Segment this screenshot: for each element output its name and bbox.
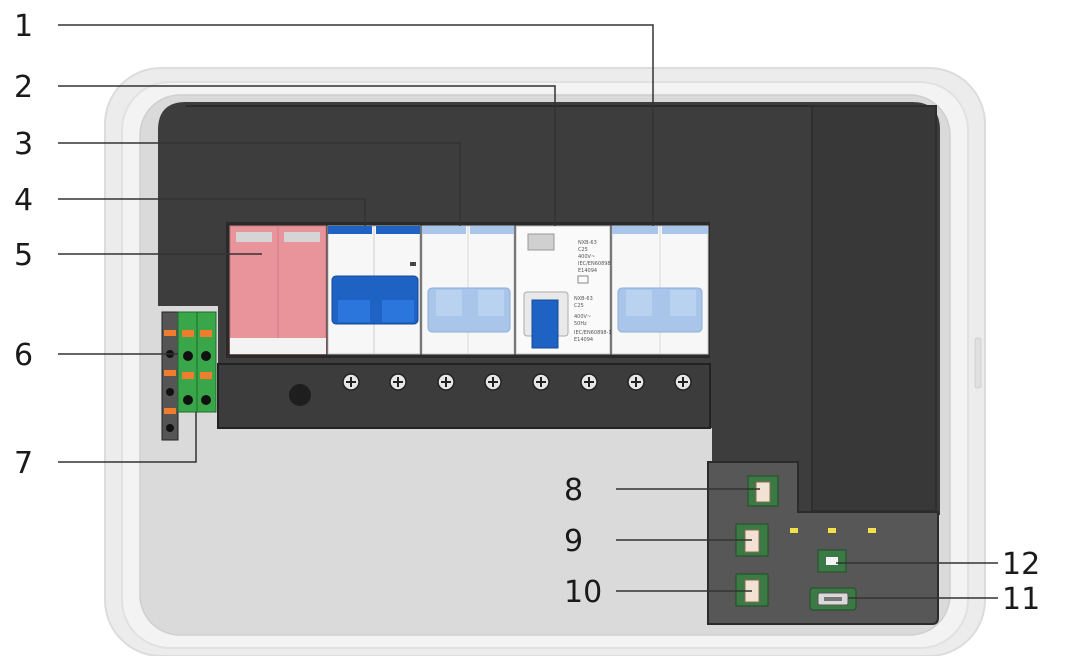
- cable-duct: [811, 105, 937, 512]
- callout-6: 6: [14, 338, 33, 373]
- breaker-2-code-lower: E14094: [574, 337, 593, 343]
- callout-12: 12: [1002, 547, 1040, 582]
- screw-terminal-1: [342, 373, 360, 391]
- led-1: [790, 528, 798, 533]
- breaker-2-standard-lower: IEC/EN60898-1: [574, 330, 612, 336]
- breaker-strip: NXB-63 C25 400V~ IEC/EN60898-1 E14094 NX…: [226, 222, 710, 358]
- side-latch: [974, 337, 982, 389]
- breaker-light-1: [611, 225, 709, 355]
- callout-7: 7: [14, 446, 33, 481]
- breaker-2-rating: C25: [578, 247, 588, 253]
- breaker-light-3: [421, 225, 515, 355]
- screw-terminal-6: [580, 373, 598, 391]
- callout-10: 10: [564, 575, 602, 610]
- screw-terminal-7: [627, 373, 645, 391]
- breaker-2-voltage: 400V~: [578, 254, 595, 260]
- breaker-2-voltage-lower: 400V~: [574, 314, 591, 320]
- breaker-2-frequency-lower: 50Hz: [574, 321, 587, 327]
- callout-1: 1: [14, 9, 33, 44]
- callout-9: 9: [564, 524, 583, 559]
- callout-5: 5: [14, 238, 33, 273]
- cable-gland: [289, 384, 311, 406]
- terminal-bar: [217, 363, 711, 429]
- callout-3: 3: [14, 127, 33, 162]
- screw-terminal-5: [532, 373, 550, 391]
- callout-4: 4: [14, 183, 33, 218]
- callout-2: 2: [14, 70, 33, 105]
- screw-terminal-2: [389, 373, 407, 391]
- breaker-white-2: NXB-63 C25 400V~ IEC/EN60898-1 E14094 NX…: [515, 225, 616, 355]
- control-box-diagram: NXB-63 C25 400V~ IEC/EN60898-1 E14094 NX…: [14, 9, 1040, 656]
- screw-terminal-8: [674, 373, 692, 391]
- surge-protection-module: [229, 225, 327, 355]
- led-3: [868, 528, 876, 533]
- screw-terminal-3: [437, 373, 455, 391]
- led-2: [828, 528, 836, 533]
- breaker-2-code: E14094: [578, 268, 597, 274]
- breaker-2-standard: IEC/EN60898-1: [578, 261, 616, 267]
- port-8: [747, 475, 779, 507]
- screw-terminal-4: [484, 373, 502, 391]
- port-10: [735, 573, 769, 607]
- breaker-2-model: NXB-63: [578, 240, 597, 246]
- breaker-2-model-lower: NXB-63: [574, 296, 593, 302]
- usb-port-11: [809, 587, 857, 611]
- callout-8: 8: [564, 473, 583, 508]
- breaker-2-rating-lower: C25: [574, 303, 584, 309]
- breaker-blue: [327, 225, 421, 355]
- button-12: [817, 549, 847, 573]
- callout-11: 11: [1002, 582, 1040, 617]
